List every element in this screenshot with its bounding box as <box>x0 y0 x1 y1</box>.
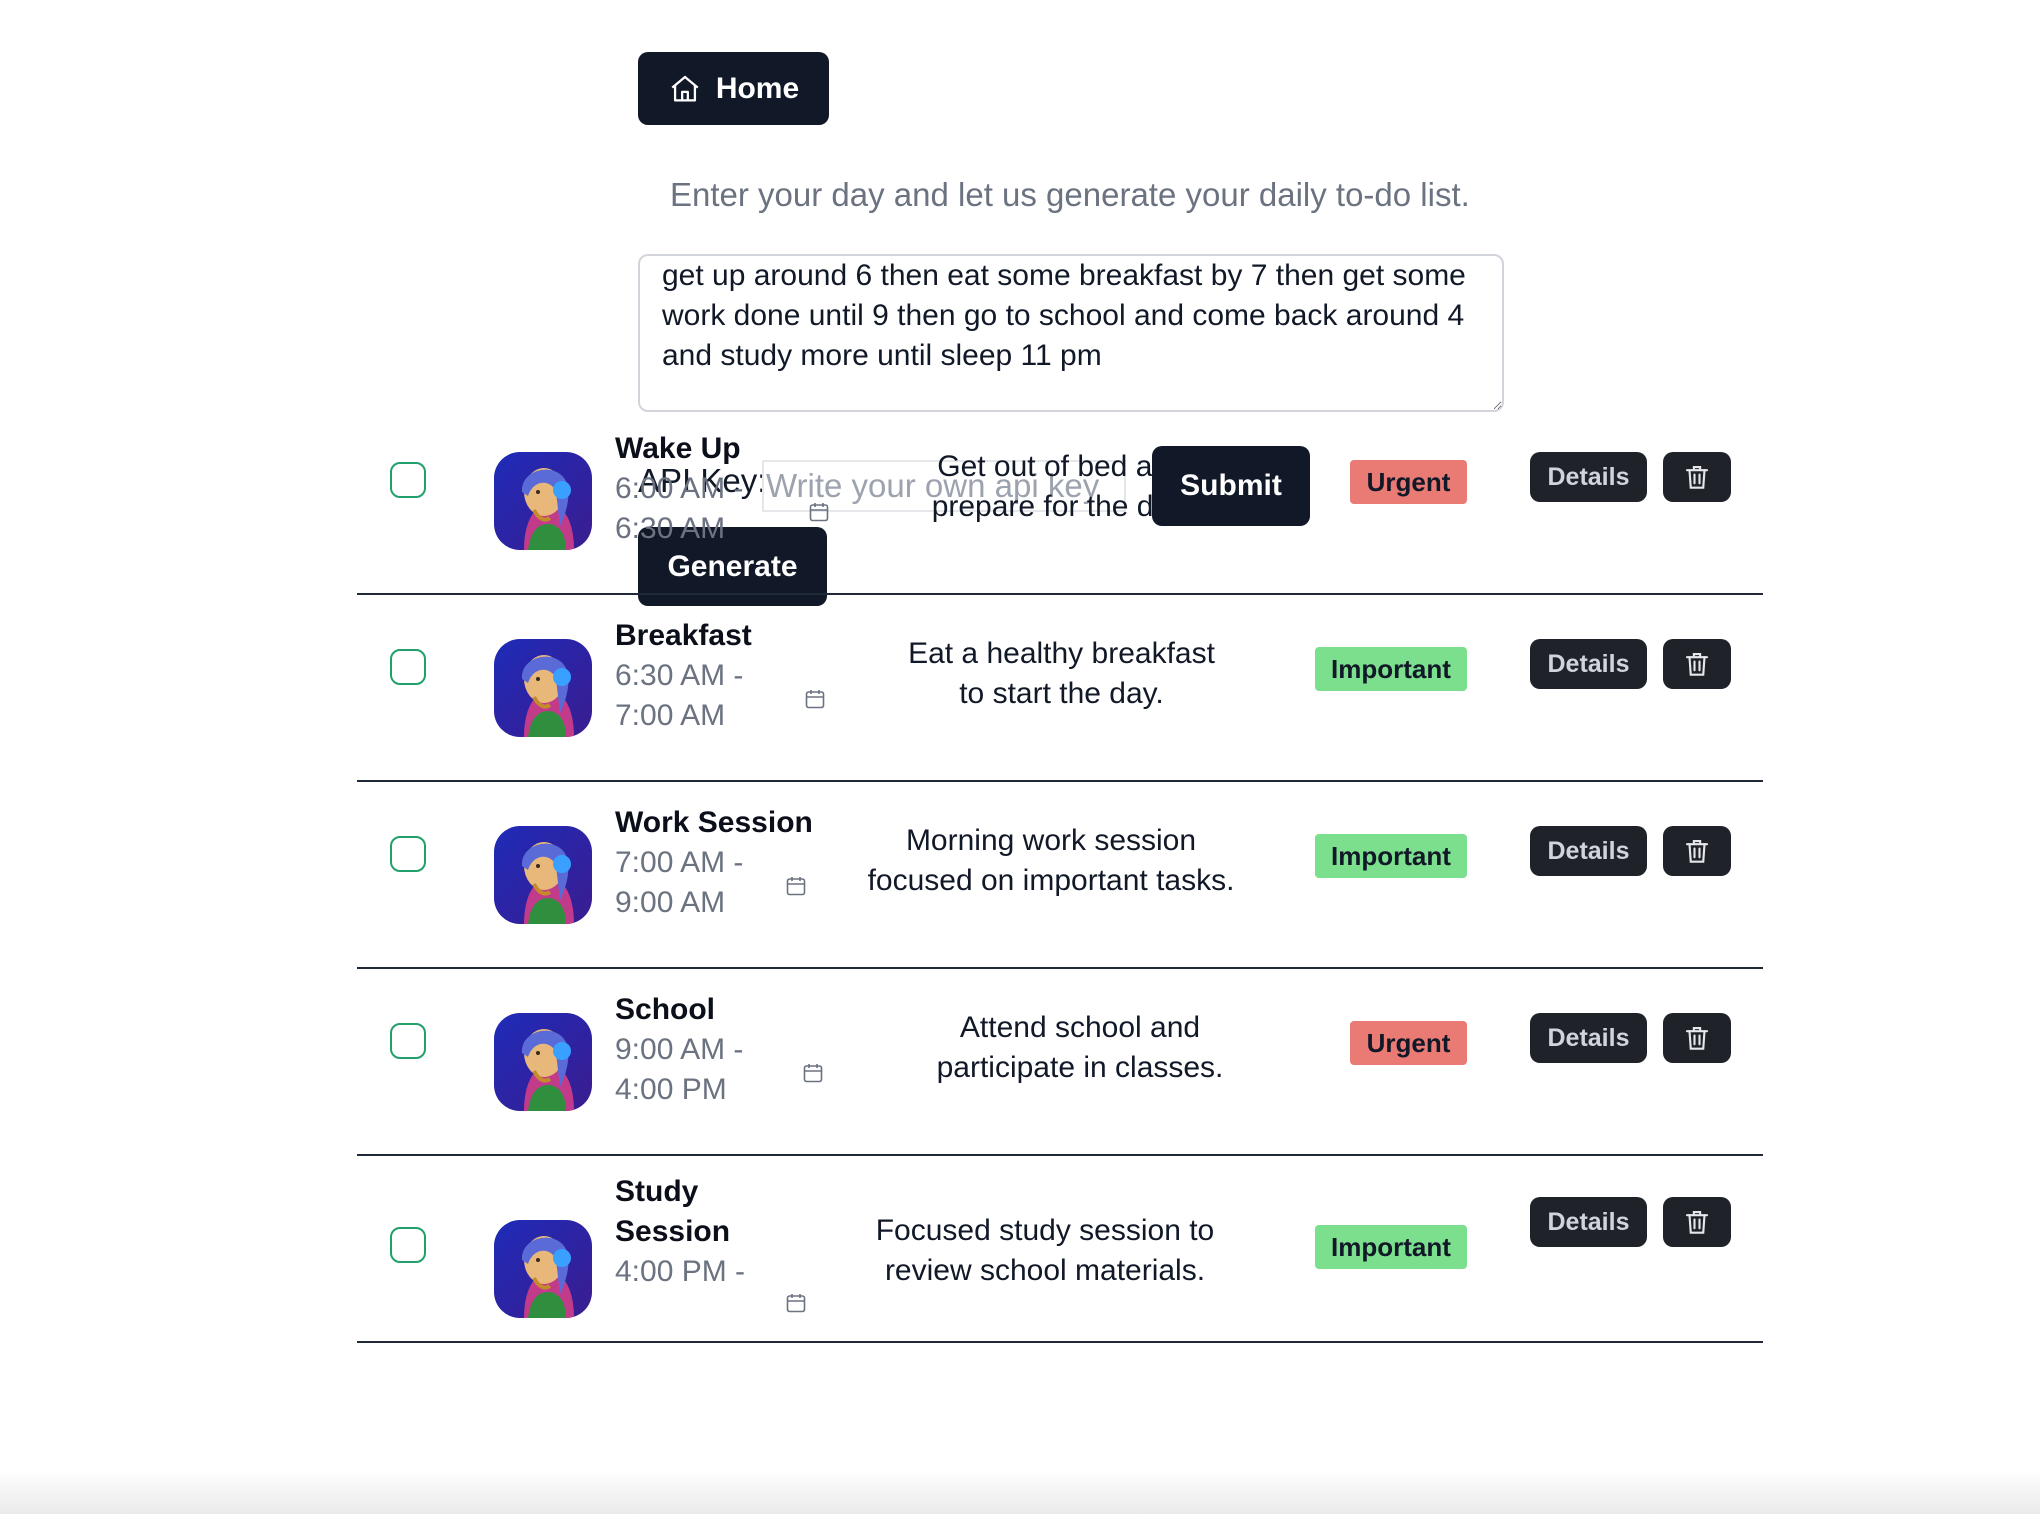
task-title: Wake Up <box>615 432 741 465</box>
details-button[interactable]: Details <box>1530 639 1647 689</box>
home-label: Home <box>715 71 800 105</box>
task-title: School <box>615 993 716 1026</box>
details-button[interactable]: Details <box>1530 826 1647 876</box>
task-checkbox[interactable] <box>390 1023 426 1059</box>
task-avatar <box>494 452 592 550</box>
task-description: Get out of bed and prepare for the day. <box>931 450 1192 523</box>
task-description: Morning work session focused on importan… <box>867 824 1235 897</box>
task-checkbox[interactable] <box>390 836 426 872</box>
trash-icon <box>1682 1207 1712 1237</box>
day-description-input[interactable] <box>638 254 1504 412</box>
calendar-icon[interactable] <box>784 1291 808 1315</box>
delete-button[interactable] <box>1663 1013 1731 1063</box>
delete-button[interactable] <box>1663 1197 1731 1247</box>
priority-badge: Urgent <box>1350 460 1467 504</box>
calendar-icon[interactable] <box>801 1061 825 1085</box>
task-description: Focused study session to review school m… <box>875 1214 1215 1287</box>
task-checkbox[interactable] <box>390 462 426 498</box>
bottom-fade <box>0 1470 2040 1514</box>
priority-badge: Important <box>1315 1225 1467 1269</box>
priority-badge: Urgent <box>1350 1021 1467 1065</box>
details-button[interactable]: Details <box>1530 1013 1647 1063</box>
details-button[interactable]: Details <box>1530 452 1647 502</box>
priority-badge: Important <box>1315 647 1467 691</box>
priority-badge: Important <box>1315 834 1467 878</box>
task-avatar <box>494 1013 592 1111</box>
task-row: Wake Up 6:00 AM - 6:30 AM Get out of bed… <box>357 407 1763 595</box>
task-time-end: 4:00 PM <box>615 1073 727 1106</box>
task-time-start: 6:00 AM - <box>615 472 744 505</box>
task-row: Work Session 7:00 AM - 9:00 AM Morning w… <box>357 781 1763 969</box>
trash-icon <box>1682 1023 1712 1053</box>
calendar-icon[interactable] <box>803 687 827 711</box>
task-row: Breakfast 6:30 AM - 7:00 AM Eat a health… <box>357 594 1763 782</box>
task-time-end: 7:00 AM <box>615 699 726 732</box>
task-checkbox[interactable] <box>390 1227 426 1263</box>
delete-button[interactable] <box>1663 826 1731 876</box>
trash-icon <box>1682 462 1712 492</box>
task-time-start: 7:00 AM - <box>615 846 744 879</box>
trash-icon <box>1682 836 1712 866</box>
task-avatar <box>494 1220 592 1318</box>
task-row: School 9:00 AM - 4:00 PM Attend school a… <box>357 968 1763 1156</box>
task-avatar <box>494 826 592 924</box>
task-time-start: 4:00 PM - <box>615 1255 746 1288</box>
task-time-end: 9:00 AM <box>615 886 726 919</box>
task-description: Eat a healthy breakfast to start the day… <box>908 637 1215 710</box>
calendar-icon[interactable] <box>784 874 808 898</box>
instruction-text: Enter your day and let us generate your … <box>670 176 1470 213</box>
task-time-start: 9:00 AM - <box>615 1033 744 1066</box>
task-avatar <box>494 639 592 737</box>
home-icon <box>671 75 699 101</box>
home-button[interactable]: Home <box>638 52 829 125</box>
delete-button[interactable] <box>1663 452 1731 502</box>
task-description: Attend school and participate in classes… <box>936 1011 1224 1084</box>
task-title: Study Session <box>615 1175 731 1248</box>
task-time-end: 6:30 AM <box>615 512 726 545</box>
task-time-start: 6:30 AM - <box>615 659 744 692</box>
details-button[interactable]: Details <box>1530 1197 1647 1247</box>
calendar-icon[interactable] <box>807 500 831 524</box>
trash-icon <box>1682 649 1712 679</box>
task-checkbox[interactable] <box>390 649 426 685</box>
delete-button[interactable] <box>1663 639 1731 689</box>
task-title: Breakfast <box>615 619 752 652</box>
task-row: Study Session 4:00 PM - Focused study se… <box>357 1155 1763 1343</box>
task-title: Work Session <box>615 806 813 839</box>
